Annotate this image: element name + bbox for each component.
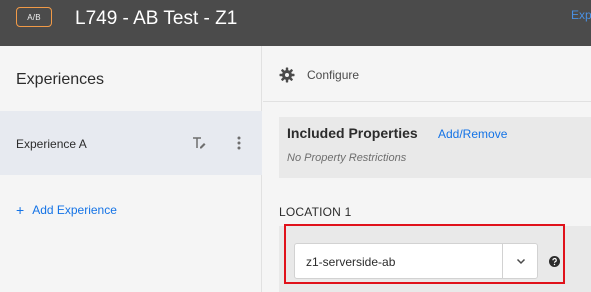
included-properties-title: Included Properties <box>287 125 418 141</box>
location-select-value: z1-serverside-ab <box>306 255 396 269</box>
experience-label: Experience A <box>16 137 87 151</box>
select-divider <box>502 244 503 278</box>
more-options-icon[interactable] <box>233 135 245 151</box>
add-experience-label: Add Experience <box>32 203 117 217</box>
plus-icon: + <box>16 202 25 218</box>
top-right-link[interactable]: Exp <box>571 8 591 22</box>
main-panel: Configure Included Properties Add/Remove… <box>263 46 591 292</box>
help-icon[interactable] <box>549 256 560 267</box>
chevron-down-icon[interactable] <box>514 254 528 268</box>
included-properties-card: Included Properties Add/Remove No Proper… <box>279 117 591 178</box>
top-bar: A/B L749 - AB Test - Z1 Exp <box>0 0 591 46</box>
configure-label: Configure <box>307 68 360 82</box>
configure-header[interactable]: Configure <box>279 67 359 83</box>
rename-icon[interactable] <box>191 135 207 151</box>
sidebar-title: Experiences <box>16 71 105 88</box>
experiences-sidebar: Experiences Experience A + Add Experienc… <box>0 46 262 292</box>
header-divider <box>263 101 591 102</box>
location-label: LOCATION 1 <box>279 205 352 219</box>
property-restrictions-note: No Property Restrictions <box>287 152 407 164</box>
ab-test-badge: A/B <box>16 7 52 27</box>
location-select[interactable]: z1-serverside-ab <box>294 243 538 279</box>
experience-item-a[interactable]: Experience A <box>0 111 262 175</box>
add-remove-link[interactable]: Add/Remove <box>438 127 507 141</box>
gear-icon <box>279 67 295 83</box>
add-experience-button[interactable]: + Add Experience <box>16 203 117 217</box>
activity-title[interactable]: L749 - AB Test - Z1 <box>75 7 237 31</box>
